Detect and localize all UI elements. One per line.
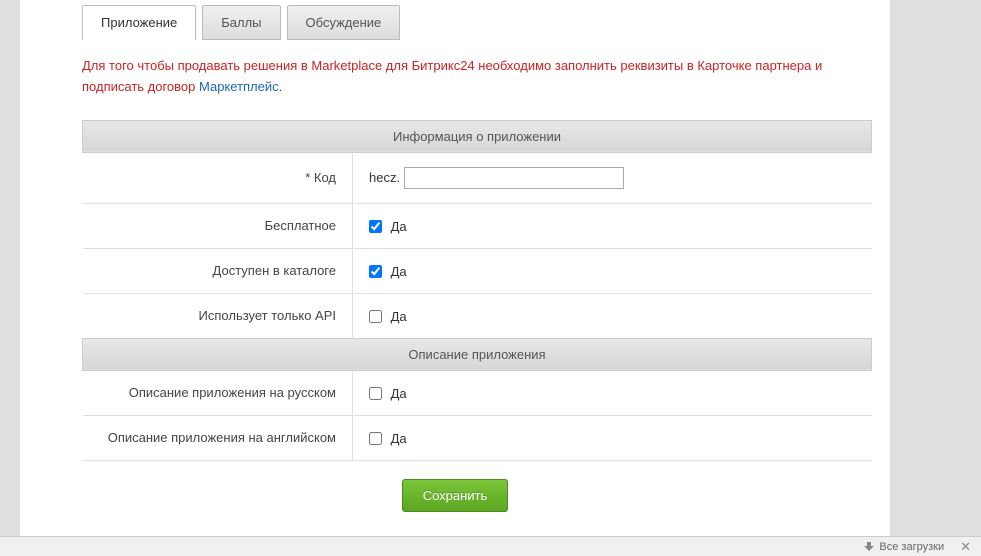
notice-before: Для того чтобы продавать решения в Marke…	[82, 58, 822, 94]
checkbox-desc-ru-label: Да	[391, 386, 407, 401]
marketplace-link[interactable]: Маркетплейс	[199, 79, 279, 94]
download-icon	[864, 542, 874, 552]
tab-application[interactable]: Приложение	[82, 5, 196, 40]
label-desc-ru: Описание приложения на русском	[83, 370, 353, 415]
checkbox-catalog[interactable]	[369, 265, 382, 278]
button-row: Сохранить	[20, 461, 890, 512]
section-app-info: Информация о приложении	[83, 120, 872, 152]
label-catalog: Доступен в каталоге	[83, 248, 353, 293]
save-button[interactable]: Сохранить	[402, 479, 509, 512]
label-desc-en: Описание приложения на английском	[83, 415, 353, 460]
checkbox-desc-ru[interactable]	[369, 387, 382, 400]
label-code: * Код	[83, 152, 353, 203]
label-api: Использует только API	[83, 293, 353, 338]
form-panel: Приложение Баллы Обсуждение Для того что…	[20, 0, 890, 540]
browser-download-bar: Все загрузки ✕	[0, 536, 981, 556]
checkbox-desc-en[interactable]	[369, 432, 382, 445]
checkbox-free-label: Да	[391, 219, 407, 234]
label-free: Бесплатное	[83, 203, 353, 248]
checkbox-catalog-label: Да	[391, 264, 407, 279]
checkbox-api-label: Да	[391, 309, 407, 324]
close-icon[interactable]: ✕	[960, 539, 971, 555]
code-input[interactable]	[404, 167, 624, 189]
tabs-row: Приложение Баллы Обсуждение	[20, 0, 890, 40]
checkbox-desc-en-label: Да	[391, 431, 407, 446]
notice-text: Для того чтобы продавать решения в Marke…	[20, 40, 890, 106]
notice-after: .	[279, 79, 283, 94]
section-app-desc: Описание приложения	[83, 338, 872, 370]
checkbox-free[interactable]	[369, 220, 382, 233]
checkbox-api[interactable]	[369, 310, 382, 323]
code-prefix: hecz.	[369, 170, 400, 185]
tab-discussion[interactable]: Обсуждение	[287, 5, 401, 40]
all-downloads-link[interactable]: Все загрузки	[879, 541, 944, 553]
form-table: Информация о приложении * Код hecz. Бесп…	[82, 120, 872, 461]
tab-points[interactable]: Баллы	[202, 5, 280, 40]
